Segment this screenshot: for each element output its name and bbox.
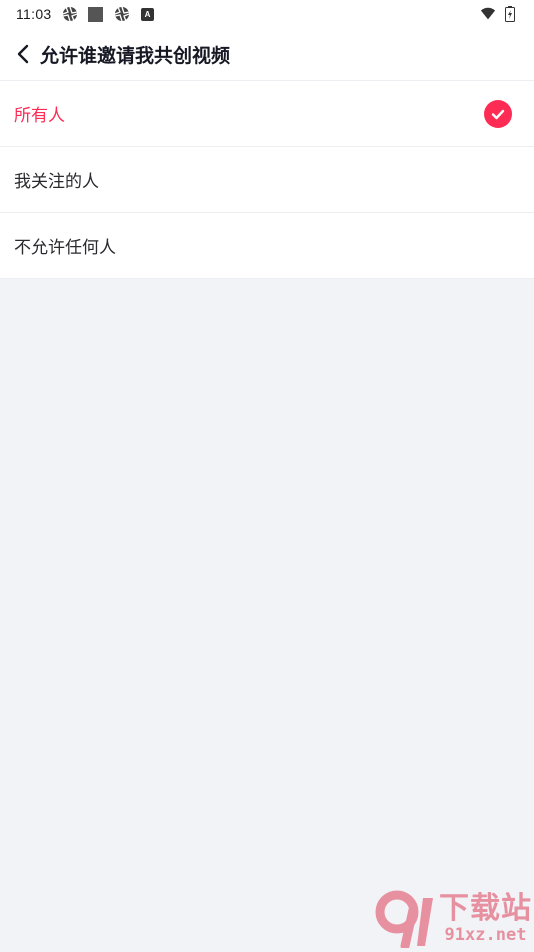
wifi-icon <box>480 6 496 22</box>
option-nobody[interactable]: 不允许任何人 <box>0 213 534 279</box>
option-label: 不允许任何人 <box>14 238 116 258</box>
aperture-icon <box>62 6 78 22</box>
watermark-logo-icon <box>375 890 437 951</box>
option-following[interactable]: 我关注的人 <box>0 147 534 213</box>
header-bar: 允许谁邀请我共创视频 <box>0 28 534 81</box>
status-bar: 11:03 A <box>0 0 534 28</box>
top-panel: 11:03 A 允许谁邀请我共创视频 <box>0 0 534 81</box>
watermark-text: 下载站 91xz.net <box>439 891 532 946</box>
back-button[interactable] <box>12 42 36 66</box>
option-list: 所有人 我关注的人 不允许任何人 <box>0 81 534 279</box>
status-right <box>480 6 518 22</box>
page-title: 允许谁邀请我共创视频 <box>40 44 231 67</box>
status-left: 11:03 A <box>16 6 156 22</box>
status-time: 11:03 <box>16 6 52 22</box>
battery-icon <box>502 6 518 22</box>
square-icon <box>88 6 104 22</box>
option-label: 我关注的人 <box>14 172 99 192</box>
a-badge-label: A <box>141 7 154 21</box>
a-badge-icon: A <box>140 6 156 22</box>
chevron-left-icon <box>17 44 29 64</box>
check-icon <box>484 99 512 128</box>
watermark: 下载站 91xz.net <box>375 890 532 951</box>
watermark-small-text: 91xz.net <box>444 925 527 945</box>
watermark-big-text: 下载站 <box>439 891 532 926</box>
option-label: 所有人 <box>14 106 65 126</box>
option-everyone[interactable]: 所有人 <box>0 81 534 147</box>
aperture-icon <box>114 6 130 22</box>
